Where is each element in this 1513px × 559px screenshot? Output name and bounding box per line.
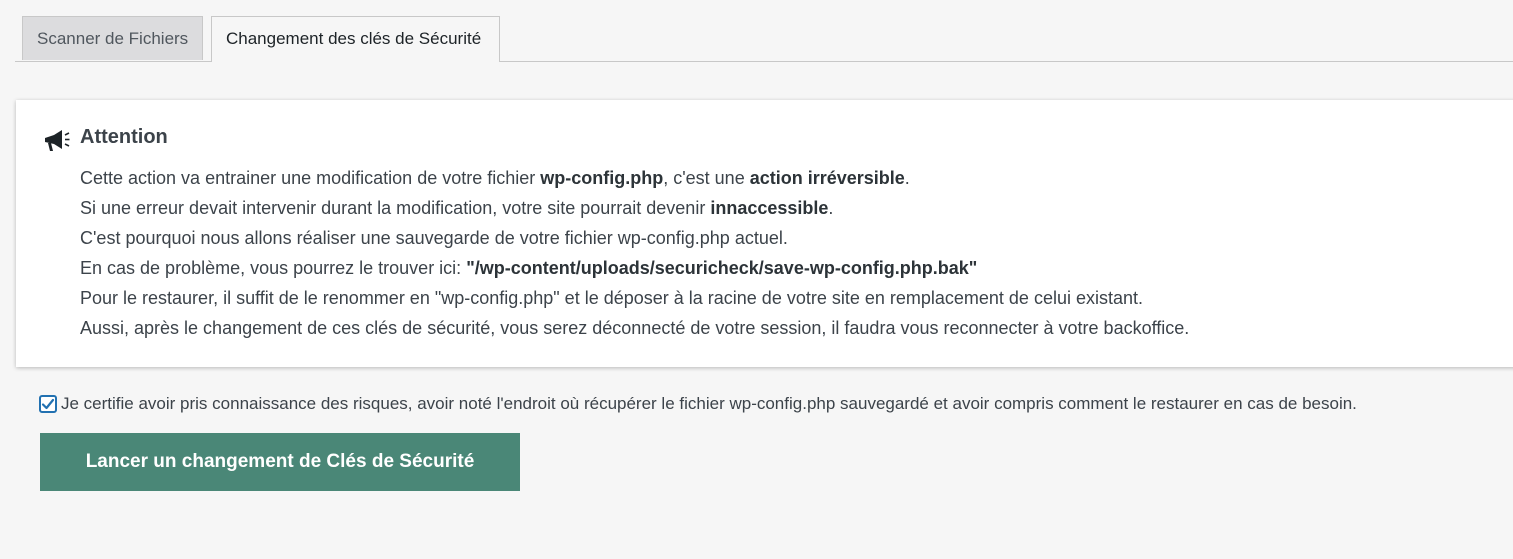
tab-label: Changement des clés de Sécurité	[226, 29, 482, 48]
megaphone-icon	[42, 128, 70, 154]
backup-path: "/wp-content/uploads/securicheck/save-wp…	[466, 258, 978, 278]
tab-changement-cles-securite[interactable]: Changement des clés de Sécurité	[211, 16, 500, 62]
certify-label[interactable]: Je certifie avoir pris connaissance des …	[61, 394, 1357, 414]
checkmark-icon	[41, 398, 55, 410]
certify-checkbox[interactable]	[39, 395, 57, 413]
tab-scanner-fichiers[interactable]: Scanner de Fichiers	[22, 16, 203, 60]
tab-label: Scanner de Fichiers	[37, 29, 189, 48]
notice-line-5: Pour le restaurer, il suffit de le renom…	[80, 288, 1144, 308]
notice-line-3: C'est pourquoi nous allons réaliser une …	[80, 228, 788, 248]
inaccessible-warning: innaccessible	[710, 198, 829, 218]
attention-notice: Attention Cette action va entrainer une …	[16, 100, 1513, 367]
config-filename: wp-config.php	[540, 168, 664, 188]
certify-row: Je certifie avoir pris connaissance des …	[39, 392, 1357, 416]
notice-line-2: Si une erreur devait intervenir durant l…	[80, 198, 834, 218]
irreversible-warning: action irréversible	[749, 168, 905, 188]
notice-line-1: Cette action va entrainer une modificati…	[80, 168, 910, 188]
launch-security-keys-change-button[interactable]: Lancer un changement de Clés de Sécurité	[40, 433, 520, 491]
notice-title: Attention	[80, 126, 168, 148]
notice-body: Cette action va entrainer une modificati…	[80, 163, 1189, 343]
notice-line-4: En cas de problème, vous pourrez le trou…	[80, 258, 978, 278]
tab-bar: Scanner de Fichiers Changement des clés …	[15, 16, 1513, 62]
notice-line-6: Aussi, après le changement de ces clés d…	[80, 318, 1190, 338]
